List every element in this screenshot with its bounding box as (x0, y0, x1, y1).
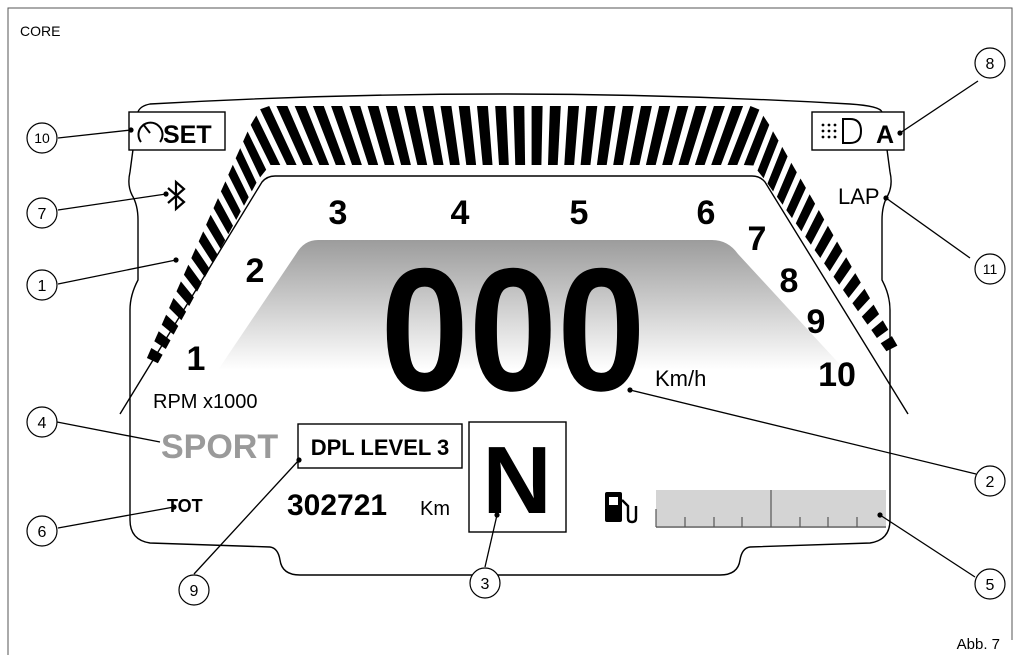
callout-3: 3 (469, 567, 501, 599)
speed-readout: 000 (381, 233, 646, 428)
rpm-tick-label: 1 (187, 340, 206, 378)
rpm-tick-label: 2 (246, 252, 265, 290)
dpl-level-indicator: DPL LEVEL 3 (297, 423, 463, 469)
callout-9: 9 (178, 574, 210, 606)
dpl-level-label: DPL LEVEL 3 (311, 435, 450, 460)
tachometer-segment (852, 288, 870, 312)
rpm-tick-label: 9 (807, 303, 826, 341)
tachometer-segment (843, 273, 861, 298)
callout-2: 2 (974, 465, 1006, 497)
gear-indicator: N (468, 421, 567, 534)
callout-8: 8 (974, 47, 1006, 79)
tachometer-segment (440, 106, 460, 165)
fuel-gauge (655, 490, 886, 528)
headlight-mode-label: A (876, 121, 894, 149)
tachometer-segment (833, 257, 852, 285)
rpm-tick-label: 8 (780, 262, 799, 300)
callout-6: 6 (26, 515, 58, 547)
callout-4: 4 (26, 406, 58, 438)
svg-text:5: 5 (986, 577, 995, 594)
svg-text:3: 3 (481, 576, 490, 593)
svg-text:6: 6 (38, 524, 47, 541)
callout-1: 1 (26, 269, 58, 301)
speed-unit-label: Km/h (655, 366, 706, 391)
svg-text:7: 7 (38, 206, 47, 223)
tachometer-segment (154, 331, 171, 349)
rpm-tick-label: 7 (748, 220, 767, 258)
rpm-tick-label: 5 (570, 194, 589, 232)
gear-label: N (482, 427, 551, 534)
rpm-tick-label: 10 (818, 356, 856, 394)
tachometer-segment (495, 106, 509, 165)
rpm-tick-label: 4 (451, 194, 470, 232)
section-label: CORE (20, 23, 60, 39)
callout-5: 5 (974, 568, 1006, 600)
headlight-indicator: A (811, 111, 905, 151)
riding-mode-label: SPORT (161, 428, 278, 466)
tachometer-segment (613, 106, 634, 165)
tachometer-segment (580, 106, 598, 165)
callout-11: 11 (974, 253, 1006, 285)
svg-text:4: 4 (38, 415, 47, 432)
rpm-tick-label: 6 (697, 194, 716, 232)
tachometer-segment (861, 304, 880, 325)
lap-label: LAP (838, 184, 880, 209)
rpm-tick-label: 3 (329, 194, 348, 232)
odometer-value: 302721 (287, 489, 387, 522)
callout-10: 10 (26, 122, 58, 154)
tachometer-segment (146, 348, 163, 364)
instrument-panel-diagram: CORE Abb. 7 1 2 3 4 5 6 7 8 9 10 RPM x10… (7, 7, 1013, 655)
odometer-unit-label: Km (420, 498, 450, 520)
tachometer-segment (513, 106, 526, 165)
tachometer-segment (871, 320, 889, 338)
tachometer-segment (422, 106, 444, 165)
tachometer-segment (564, 106, 579, 165)
tachometer-segment (880, 336, 898, 352)
svg-text:1: 1 (38, 278, 47, 295)
figure-reference: Abb. 7 (957, 636, 1000, 653)
tachometer-segment (176, 281, 194, 306)
fuel-pump-icon (605, 492, 638, 524)
svg-text:11: 11 (983, 261, 998, 277)
svg-text:8: 8 (986, 56, 995, 73)
callout-7: 7 (26, 197, 58, 229)
bluetooth-icon (167, 179, 186, 212)
tachometer-segment (477, 106, 493, 165)
set-indicator: SET (128, 111, 226, 151)
set-label: SET (163, 121, 212, 149)
tachometer-segment (531, 106, 543, 165)
rpm-unit-label: RPM x1000 (153, 391, 258, 413)
tachometer-segment (596, 106, 616, 165)
svg-text:2: 2 (986, 474, 995, 491)
tachometer-segment (169, 298, 187, 321)
tachometer-segment (458, 106, 477, 165)
svg-text:10: 10 (34, 130, 50, 146)
svg-text:9: 9 (190, 583, 199, 600)
tachometer-segment (548, 106, 561, 165)
